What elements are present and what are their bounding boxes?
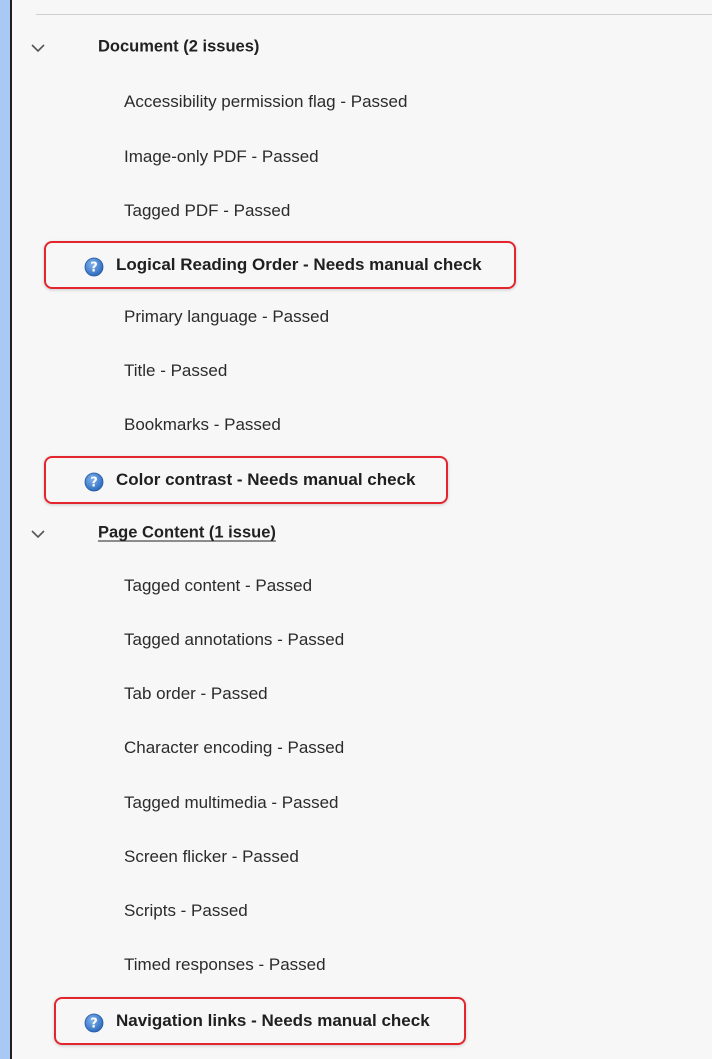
list-item[interactable]: Scripts - Passed [12,884,712,938]
list-item-manual-check[interactable]: ? Color contrast - Needs manual check [12,453,712,507]
list-item[interactable]: Character encoding - Passed [12,721,712,775]
item-label: Tagged content - Passed [124,576,313,595]
item-label: Screen flicker - Passed [124,847,299,866]
list-item[interactable]: Tab order - Passed [12,667,712,721]
list-item[interactable]: Screen flicker - Passed [12,830,712,884]
item-label: Color contrast - Needs manual check [116,470,416,489]
list-item[interactable]: Timed responses - Passed [12,938,712,992]
group-label: Document (2 issues) [98,37,260,56]
item-label: Navigation links - Needs manual check [116,1011,430,1030]
divider [36,14,712,15]
item-label: Primary language - Passed [124,307,330,326]
item-label: Tagged multimedia - Passed [124,793,339,812]
item-label: Logical Reading Order - Needs manual che… [116,255,482,274]
item-label: Accessibility permission flag - Passed [124,92,408,111]
chevron-down-icon[interactable] [30,43,48,55]
item-label: Tagged PDF - Passed [124,201,291,220]
item-label: Tagged annotations - Passed [124,630,345,649]
question-mark-icon: ? [84,472,104,492]
group-label: Page Content (1 issue) [98,523,276,542]
chevron-down-icon[interactable] [30,529,48,541]
group-header-document[interactable]: Document (2 issues) [12,20,712,74]
list-item[interactable]: Tagged PDF - Passed [12,184,712,238]
question-mark-icon: ? [84,1013,104,1033]
item-label: Character encoding - Passed [124,738,345,757]
item-label: Timed responses - Passed [124,955,326,974]
list-item[interactable]: Primary language - Passed [12,290,712,344]
list-item[interactable]: Title - Passed [12,344,712,398]
item-label: Scripts - Passed [124,901,248,920]
list-item[interactable]: Accessibility permission flag - Passed [12,75,712,129]
svg-text:?: ? [90,1017,98,1032]
item-label: Bookmarks - Passed [124,415,281,434]
svg-text:?: ? [90,476,98,491]
list-item[interactable]: Tagged annotations - Passed [12,613,712,667]
item-label: Image-only PDF - Passed [124,147,319,166]
list-item[interactable]: Bookmarks - Passed [12,398,712,452]
list-item-manual-check[interactable]: ? Logical Reading Order - Needs manual c… [12,238,712,292]
list-item[interactable]: Tagged content - Passed [12,559,712,613]
item-label: Tab order - Passed [124,684,268,703]
question-mark-icon: ? [84,257,104,277]
accessibility-checker-panel: Document (2 issues) Accessibility permis… [10,0,712,1059]
list-item[interactable]: Image-only PDF - Passed [12,130,712,184]
item-label: Title - Passed [124,361,228,380]
list-item-manual-check[interactable]: ? Navigation links - Needs manual check [12,994,712,1048]
list-item[interactable]: Tagged multimedia - Passed [12,776,712,830]
svg-text:?: ? [90,261,98,276]
group-header-page-content[interactable]: Page Content (1 issue) [12,506,712,560]
